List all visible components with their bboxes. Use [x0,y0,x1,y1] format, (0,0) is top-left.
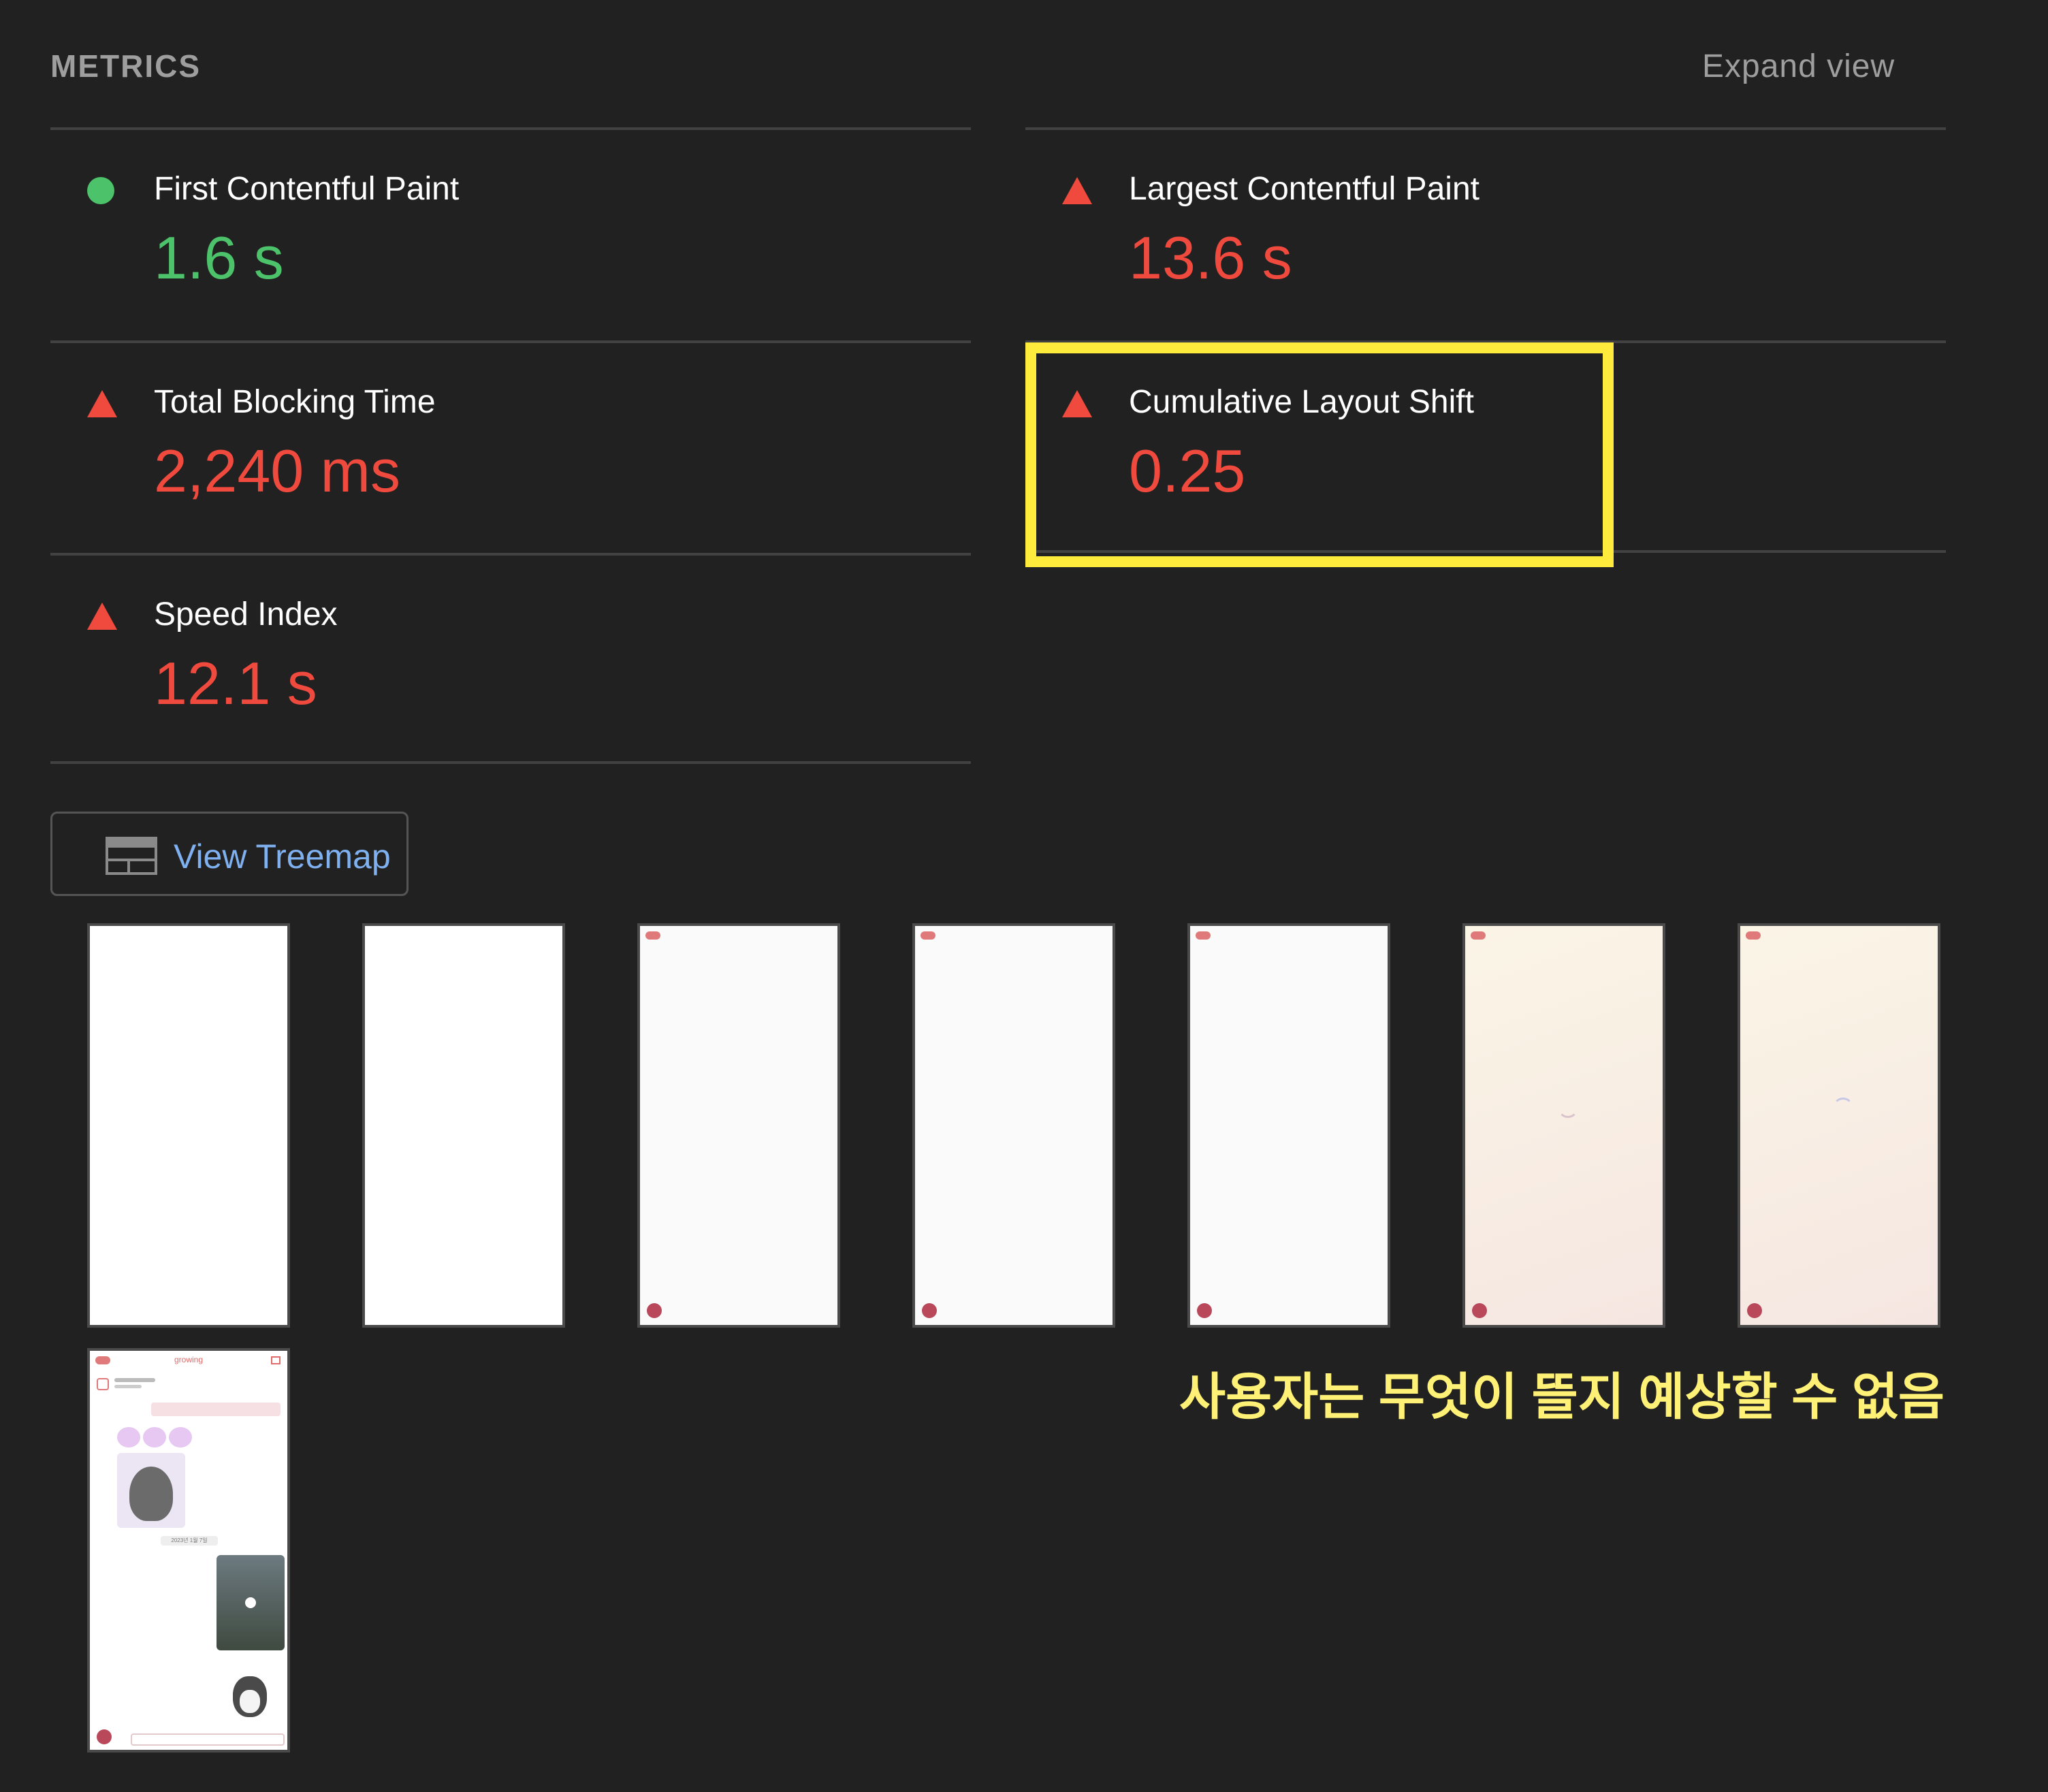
message-line [114,1378,155,1382]
filmstrip-frame [1738,923,1940,1328]
logo-icon [1196,931,1211,940]
flower-icon [1747,1303,1762,1318]
loading-spinner-icon [1833,1098,1853,1118]
date-chip: 2023년 1월 7일 [161,1536,218,1546]
metric-value: 12.1 s [154,650,317,717]
bear-icon [129,1467,173,1521]
flower-icon [922,1303,937,1318]
cls-highlight-box [1025,342,1614,567]
menu-icon [271,1356,281,1364]
notice-bar [151,1403,281,1416]
fail-triangle-icon [87,390,117,417]
metric-label: First Contentful Paint [154,171,460,207]
fail-triangle-icon [87,603,117,630]
view-treemap-label: View Treemap [174,837,391,876]
mini-app-title: growing [174,1355,204,1364]
metric-speed-index: Speed Index 12.1 s [50,596,971,732]
heart-icon [169,1427,192,1447]
divider [1025,127,1946,130]
metric-value: 1.6 s [154,224,284,291]
expand-view-link[interactable]: Expand view [1702,48,1895,85]
logo-icon [1471,931,1486,940]
flower-icon [1197,1303,1212,1318]
filmstrip-frame [1187,923,1390,1328]
metric-label: Largest Contentful Paint [1129,171,1479,207]
metric-label: Speed Index [154,596,338,633]
view-treemap-button[interactable]: View Treemap [50,812,409,896]
flower-icon [647,1303,662,1318]
flower-icon [97,1729,112,1744]
heart-icon [143,1427,166,1447]
filmstrip-frame [637,923,840,1328]
loading-spinner-icon [1558,1098,1578,1118]
filmstrip-frame [912,923,1115,1328]
metric-total-blocking-time: Total Blocking Time 2,240 ms [50,383,971,519]
heart-icon [117,1427,140,1447]
divider [50,761,971,764]
logo-icon [921,931,935,940]
logo-icon [645,931,660,940]
divider [50,340,971,343]
treemap-icon [106,837,157,875]
message-input [131,1733,285,1746]
metric-label: Total Blocking Time [154,384,436,420]
filmstrip-frame [87,923,290,1328]
flower-icon [1472,1303,1487,1318]
filmstrip-frame [1462,923,1665,1328]
mini-app-header: growing [90,1351,287,1370]
divider [50,553,971,556]
divider [50,127,971,130]
logo-icon [1746,931,1761,940]
metric-largest-contentful-paint: Largest Contentful Paint 13.6 s [1025,170,1946,306]
fail-triangle-icon [1062,177,1092,204]
avatar-icon [97,1378,109,1390]
metric-value: 2,240 ms [154,437,400,505]
pass-circle-icon [87,177,114,204]
bear-sticker [117,1453,185,1528]
video-thumbnail [217,1555,285,1650]
cat-face [240,1690,260,1713]
message-line [114,1385,142,1388]
filmstrip-frame [362,923,565,1328]
metric-value: 13.6 s [1129,224,1292,291]
filmstrip-final-frame: growing 2023년 1월 7일 [87,1348,290,1753]
metric-first-contentful-paint: First Contentful Paint 1.6 s [50,170,971,306]
cat-sticker [226,1669,274,1724]
play-icon [245,1597,256,1608]
heart-stickers [117,1427,192,1447]
annotation-caption: 사용자는 무엇이 뜰지 예상할 수 없음 [1179,1369,1945,1425]
section-title: METRICS [50,48,201,84]
